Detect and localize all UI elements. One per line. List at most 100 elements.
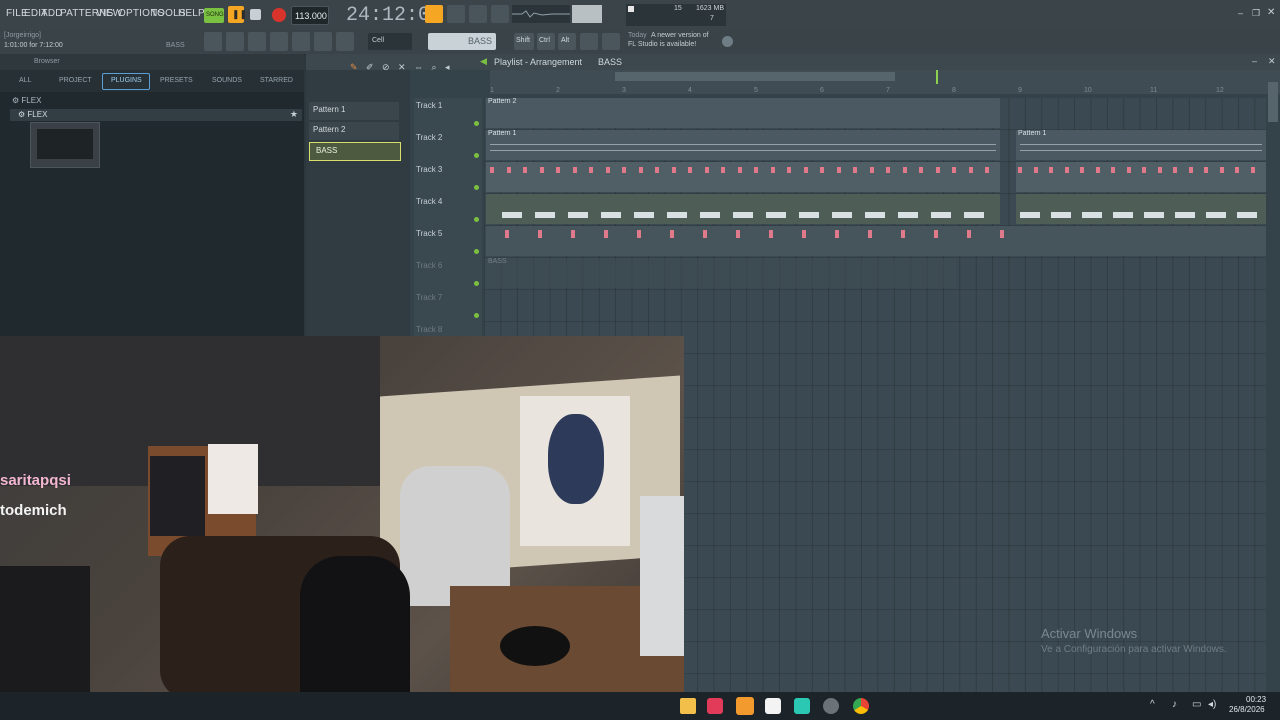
tempo-display[interactable]: 113.000 [291,6,329,25]
bar-number[interactable]: 11 [1150,87,1157,94]
clock-time[interactable]: 00:23 [1246,695,1266,704]
ctrl-key-button[interactable]: Ctrl [537,33,555,50]
plugin-thumbnail[interactable] [30,122,100,168]
track-led-icon[interactable] [474,153,479,158]
track-led-icon[interactable] [474,185,479,190]
bar-number[interactable]: 3 [622,87,626,94]
bar-number[interactable]: 5 [754,87,758,94]
track-header-4[interactable]: Track 4 [414,194,482,227]
shift-key-button[interactable]: Shift [514,33,534,50]
news-icon[interactable] [602,33,620,50]
music-app-icon[interactable] [707,698,723,714]
tab-starred[interactable]: STARRED [260,77,293,84]
bar-number[interactable]: 7 [886,87,890,94]
playlist-button[interactable] [204,32,222,51]
clip-pattern-1[interactable]: Pattern 1 [486,130,1000,160]
tray-chevron-icon[interactable]: ^ [1150,699,1155,710]
track-header-1[interactable]: Track 1 [414,98,482,131]
file-explorer-icon[interactable] [680,698,696,714]
bar-number[interactable]: 1 [490,87,494,94]
close-button[interactable]: ✕ [1267,7,1275,18]
playlist-close[interactable]: ✕ [1268,56,1276,67]
bar-number[interactable]: 2 [556,87,560,94]
news-text-2[interactable]: FL Studio is available! [628,41,696,48]
tab-all[interactable]: ALL [19,77,31,84]
browser-item-flex[interactable]: ⚙ FLEX ★ [10,109,302,121]
zoom-icon[interactable]: ⌕ [431,62,436,72]
volume-tray-icon[interactable]: ◂) [1208,699,1216,710]
picker-item-pattern-2[interactable]: Pattern 2 [309,122,399,140]
record-button[interactable] [272,8,286,22]
clip-bass-muted[interactable]: BASS [486,258,956,288]
clip-pattern-2[interactable]: Pattern 2 [486,98,1000,128]
vertical-scrollbar[interactable] [1268,82,1278,122]
poster [150,456,205,536]
star-icon[interactable]: ★ [290,109,298,120]
menu-help[interactable]: HELP [178,8,205,19]
microphone-tray-icon[interactable]: ♪ [1172,699,1177,710]
clip-pattern-1-b[interactable]: Pattern 1 [1016,130,1266,160]
picker-item-bass[interactable]: BASS [309,142,401,161]
tab-plugins[interactable]: PLUGINS [102,73,150,90]
browser-folder-flex[interactable]: ⚙ FLEX [12,96,41,105]
alt-key-button[interactable]: Alt [558,33,576,50]
track-led-icon[interactable] [474,217,479,222]
fl-studio-icon[interactable] [736,697,754,715]
microphone-icon[interactable] [336,32,354,51]
chrome-icon[interactable] [853,698,869,714]
track-header-3[interactable]: Track 3 [414,162,482,195]
track-led-icon[interactable] [474,313,479,318]
mixer-button[interactable] [270,32,288,51]
minimize-button[interactable]: – [1238,8,1243,18]
tab-project[interactable]: PROJECT [59,77,92,84]
clip-track-3-b[interactable] [1016,162,1266,192]
arrow-icon[interactable] [314,32,332,51]
track-header-2[interactable]: Track 2 [414,130,482,163]
metronome-button[interactable] [491,5,509,23]
tab-sounds[interactable]: SOUNDS [212,77,242,84]
song-mode-toggle[interactable]: SONG [204,8,224,23]
playlist-tools[interactable]: ✎ ✐ ⊘ ✕ ⇔ ⌕ ◂ [350,57,472,72]
bar-number[interactable]: 4 [688,87,692,94]
channel-rack-button[interactable] [248,32,266,51]
bar-number[interactable]: 12 [1216,87,1224,94]
bar-number[interactable]: 8 [952,87,956,94]
typing-keyboard-button[interactable] [425,5,443,23]
app-icon[interactable] [794,698,810,714]
track-led-icon[interactable] [474,249,479,254]
track-header-6[interactable]: Track 6 [414,258,482,291]
speaker-icon[interactable]: ◂ [445,62,450,72]
piano-roll-button[interactable] [226,32,244,51]
capcut-icon[interactable] [765,698,781,714]
track-led-icon[interactable] [474,281,479,286]
slip-icon[interactable]: ⇔ [414,62,423,72]
clip-track-4-b[interactable] [1016,194,1266,224]
pattern-select[interactable]: BASS [428,33,496,50]
track-header-5[interactable]: Track 5 [414,226,482,259]
fl-logo-icon[interactable] [722,36,733,47]
snap-select[interactable]: Cell [368,33,412,50]
step-edit-button[interactable] [447,5,465,23]
plugin-picker-button[interactable] [292,32,310,51]
display-tray-icon[interactable]: ▭ [1192,699,1201,710]
waveform-mark [1051,212,1071,218]
clock-date[interactable]: 26/8/2026 [1229,705,1265,714]
clip-track-5[interactable] [486,226,1266,256]
track-led-icon[interactable] [474,121,479,126]
pause-button[interactable]: ❚❚ [228,6,247,23]
track-header-7[interactable]: Track 7 [414,290,482,323]
settings-icon[interactable] [580,33,598,50]
tab-presets[interactable]: PRESETS [160,77,193,84]
clip-track-4[interactable] [486,194,1000,224]
maximize-button[interactable]: ❐ [1252,8,1260,19]
stop-button[interactable] [250,9,261,20]
bar-number[interactable]: 10 [1084,87,1092,94]
bar-number[interactable]: 6 [820,87,824,94]
playlist-title: Playlist - Arrangement [494,57,583,67]
playlist-minimize[interactable]: – [1252,56,1257,66]
master-volume-slider[interactable] [572,5,602,23]
picker-item-pattern-1[interactable]: Pattern 1 [309,102,399,120]
bar-number[interactable]: 9 [1018,87,1022,94]
countdown-button[interactable] [469,5,487,23]
obs-icon[interactable] [823,698,839,714]
